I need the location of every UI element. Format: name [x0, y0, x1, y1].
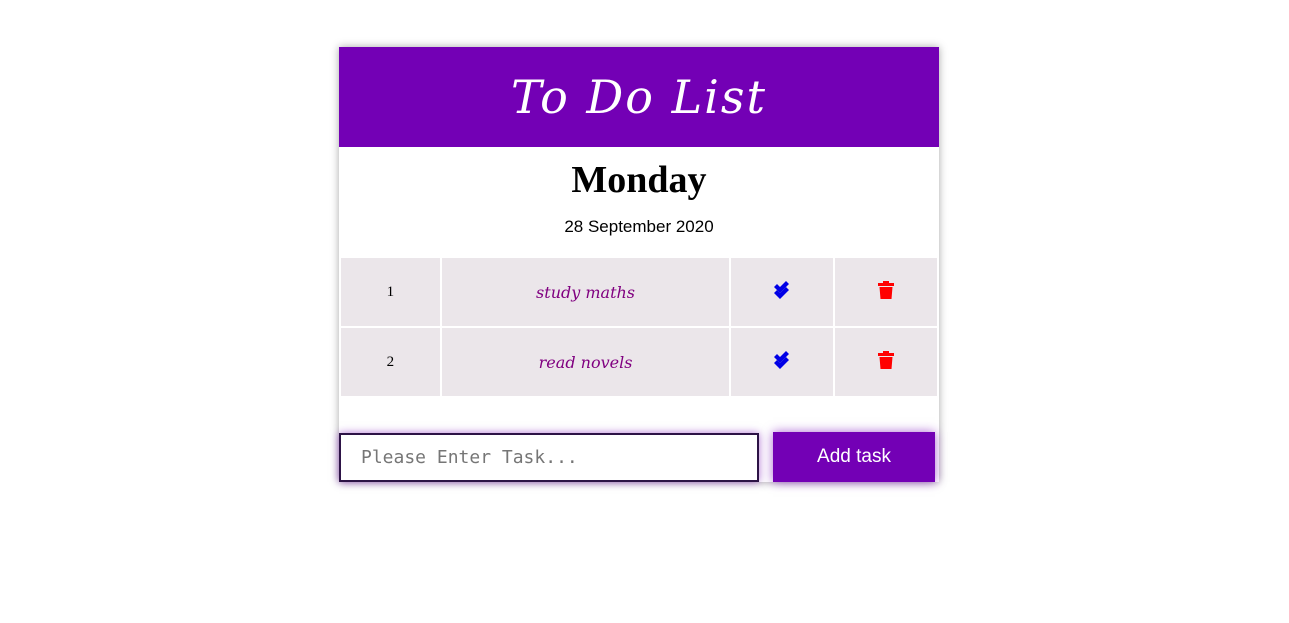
- task-text: study maths: [441, 258, 730, 326]
- header-bar: To Do List: [339, 47, 939, 147]
- done-cell: [731, 258, 834, 326]
- table-row: 1 study maths: [341, 258, 937, 326]
- add-task-button[interactable]: Add task: [773, 432, 935, 482]
- trash-icon[interactable]: [878, 350, 895, 374]
- done-cell: [731, 328, 834, 396]
- todo-card: To Do List Monday 28 September 2020 1 st…: [339, 47, 939, 482]
- delete-cell: [835, 258, 937, 326]
- date-text: 28 September 2020: [564, 217, 714, 236]
- double-check-icon[interactable]: [773, 350, 791, 374]
- task-text: read novels: [441, 328, 730, 396]
- task-number: 1: [341, 258, 440, 326]
- double-check-icon[interactable]: [773, 280, 791, 304]
- task-input[interactable]: [339, 433, 759, 482]
- task-number: 2: [341, 328, 440, 396]
- day-heading: Monday: [571, 159, 707, 201]
- table-row: 2 read novels: [341, 328, 937, 396]
- add-task-row: Add task: [339, 432, 939, 482]
- task-table: 1 study maths 2 read novels: [339, 256, 939, 398]
- trash-icon[interactable]: [878, 280, 895, 304]
- delete-cell: [835, 328, 937, 396]
- app-title: To Do List: [511, 70, 767, 124]
